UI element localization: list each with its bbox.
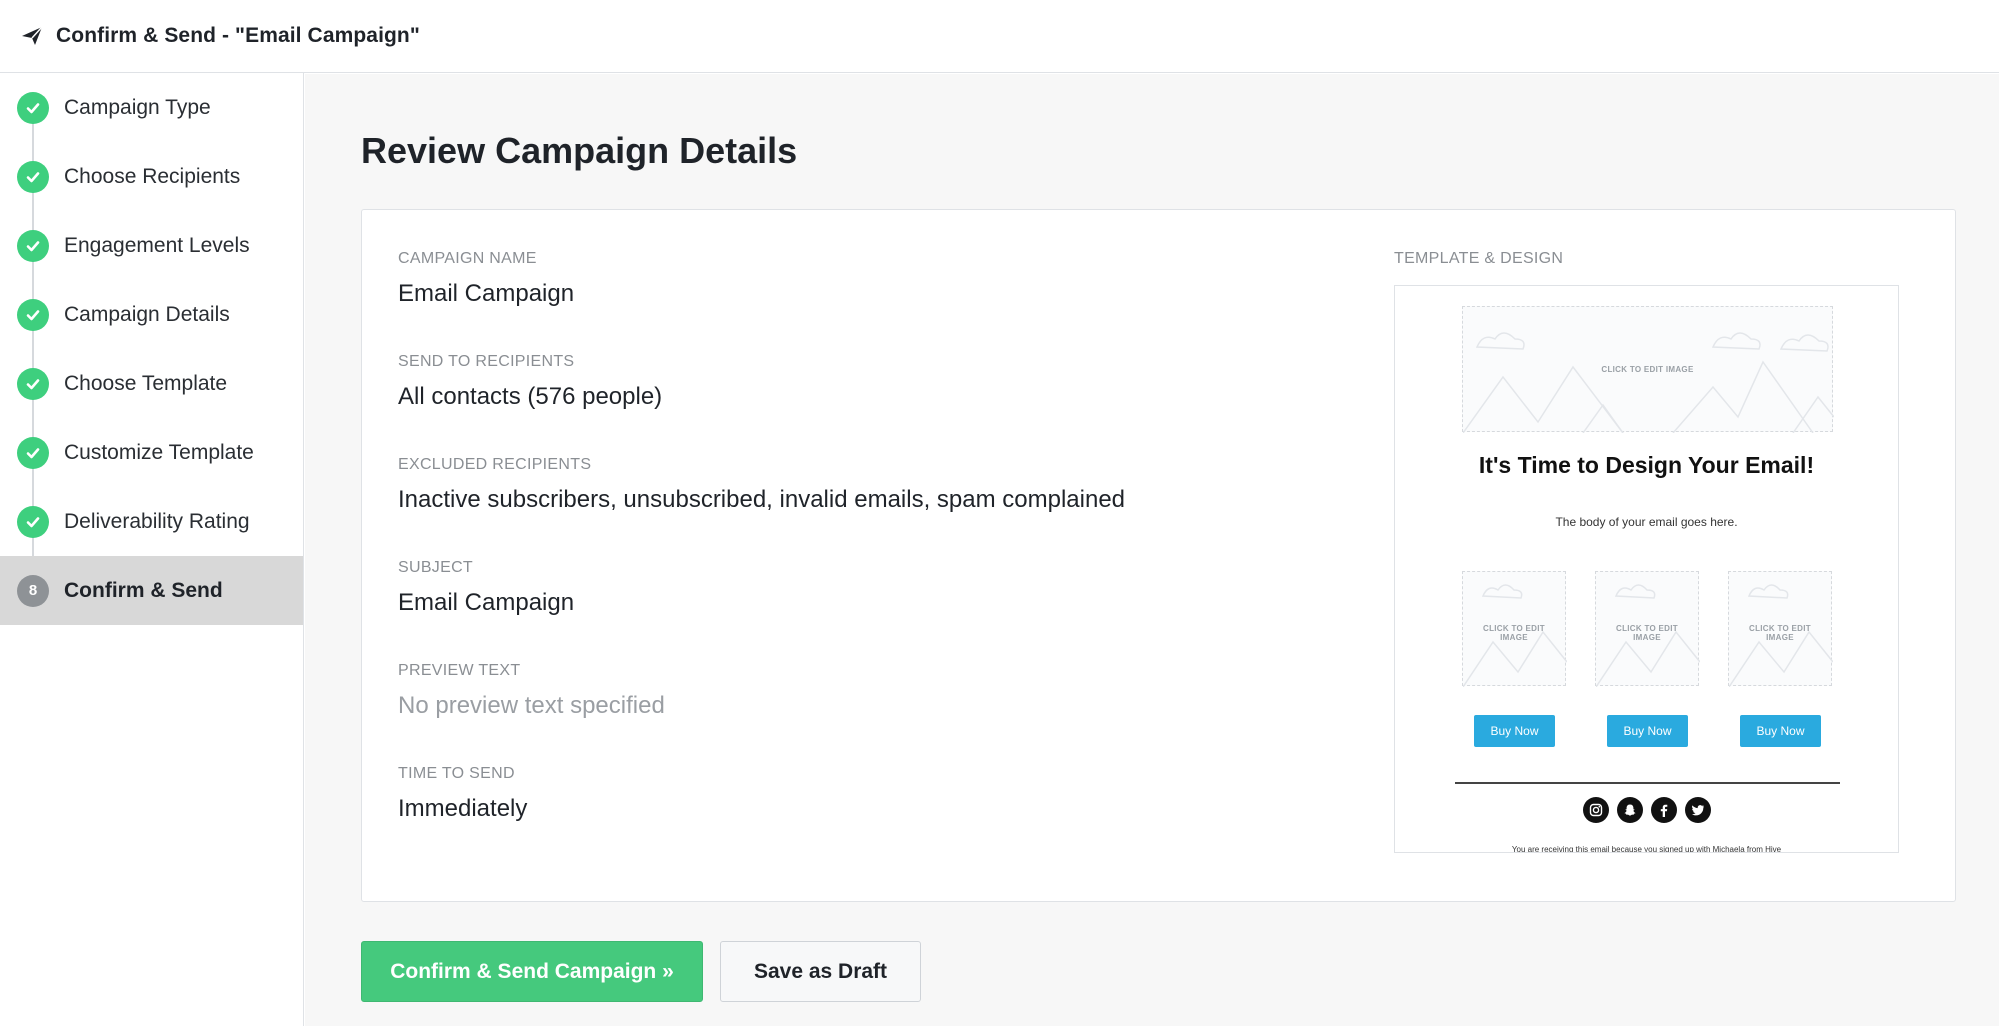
field-campaign-name: CAMPAIGN NAME Email Campaign xyxy=(398,250,1125,353)
check-icon xyxy=(17,505,49,538)
field-label: PREVIEW TEXT xyxy=(398,662,521,679)
hero-image-text: CLICK TO EDIT IMAGE xyxy=(1601,365,1694,374)
product-image-placeholder: CLICK TO EDIT IMAGE xyxy=(1462,571,1567,687)
step-label: Confirm & Send xyxy=(64,578,223,602)
instagram-icon[interactable] xyxy=(1582,797,1609,823)
field-value: Email Campaign xyxy=(398,280,575,307)
top-bar: Confirm & Send - "Email Campaign" xyxy=(0,0,1999,73)
campaign-details: CAMPAIGN NAME Email Campaign SEND TO REC… xyxy=(398,250,1125,868)
step-choose-recipients[interactable]: Choose Recipients xyxy=(0,142,303,211)
step-deliverability-rating[interactable]: Deliverability Rating xyxy=(0,487,303,556)
window-title: Confirm & Send - "Email Campaign" xyxy=(56,24,420,47)
check-icon xyxy=(17,91,49,124)
review-card: CAMPAIGN NAME Email Campaign SEND TO REC… xyxy=(361,209,1956,902)
step-label: Customize Template xyxy=(64,440,254,464)
field-time-to-send: TIME TO SEND Immediately xyxy=(398,765,1125,868)
step-list: Campaign Type Choose Recipients Engageme… xyxy=(0,73,303,625)
step-customize-template[interactable]: Customize Template xyxy=(0,418,303,487)
check-icon xyxy=(17,436,49,469)
page-title: Review Campaign Details xyxy=(361,130,798,171)
template-design-label: TEMPLATE & DESIGN xyxy=(1394,250,1564,267)
step-label: Deliverability Rating xyxy=(64,509,250,533)
main-content: Review Campaign Details CAMPAIGN NAME Em… xyxy=(305,74,1999,1026)
email-footer-note: You are receiving this email because you… xyxy=(1511,845,1782,853)
check-icon xyxy=(17,367,49,400)
check-icon xyxy=(17,160,49,193)
twitter-icon[interactable] xyxy=(1684,797,1711,823)
step-label: Choose Template xyxy=(64,371,228,395)
field-value: Immediately xyxy=(398,795,528,822)
paper-plane-icon xyxy=(20,23,46,49)
field-excluded-recipients: EXCLUDED RECIPIENTS Inactive subscribers… xyxy=(398,456,1125,559)
check-icon xyxy=(17,229,49,262)
field-preview-text: PREVIEW TEXT No preview text specified xyxy=(398,662,1125,765)
buy-now-button[interactable]: Buy Now xyxy=(1607,715,1688,747)
buy-now-button[interactable]: Buy Now xyxy=(1740,715,1821,747)
field-value: No preview text specified xyxy=(398,692,665,719)
step-label: Choose Recipients xyxy=(64,164,241,188)
field-value: Email Campaign xyxy=(398,589,575,616)
step-label: Campaign Type xyxy=(64,95,211,119)
field-label: EXCLUDED RECIPIENTS xyxy=(398,456,592,473)
check-icon xyxy=(17,298,49,331)
step-engagement-levels[interactable]: Engagement Levels xyxy=(0,211,303,280)
product-image-text: CLICK TO EDIT IMAGE xyxy=(1616,624,1678,642)
hero-image-placeholder: CLICK TO EDIT IMAGE xyxy=(1462,306,1834,433)
field-label: TIME TO SEND xyxy=(398,765,515,782)
template-preview[interactable]: CLICK TO EDIT IMAGE It's Time to Design … xyxy=(1394,285,1899,853)
buy-now-button[interactable]: Buy Now xyxy=(1474,715,1555,747)
step-label: Campaign Details xyxy=(64,302,230,326)
product-image-text: CLICK TO EDIT IMAGE xyxy=(1749,624,1811,642)
field-label: CAMPAIGN NAME xyxy=(398,250,537,267)
step-campaign-type[interactable]: Campaign Type xyxy=(0,73,303,142)
step-campaign-details[interactable]: Campaign Details xyxy=(0,280,303,349)
social-icons xyxy=(1395,797,1898,823)
product-image-placeholder: CLICK TO EDIT IMAGE xyxy=(1595,571,1700,687)
email-heading: It's Time to Design Your Email! xyxy=(1478,452,1815,478)
field-subject: SUBJECT Email Campaign xyxy=(398,559,1125,662)
step-confirm-send[interactable]: 8 Confirm & Send xyxy=(0,556,303,625)
confirm-send-campaign-button[interactable]: Confirm & Send Campaign » xyxy=(361,941,703,1002)
email-body: The body of your email goes here. xyxy=(1555,515,1738,529)
step-label: Engagement Levels xyxy=(64,233,250,257)
steps-sidebar: Campaign Type Choose Recipients Engageme… xyxy=(0,73,304,1026)
field-value: Inactive subscribers, unsubscribed, inva… xyxy=(398,486,1126,513)
snapchat-icon[interactable] xyxy=(1616,797,1643,823)
field-label: SEND TO RECIPIENTS xyxy=(398,353,575,370)
save-as-draft-button[interactable]: Save as Draft xyxy=(720,941,921,1002)
step-number-badge: 8 xyxy=(17,574,49,607)
product-image-text: CLICK TO EDIT IMAGE xyxy=(1483,624,1545,642)
facebook-icon[interactable] xyxy=(1650,797,1677,823)
step-choose-template[interactable]: Choose Template xyxy=(0,349,303,418)
product-image-placeholder: CLICK TO EDIT IMAGE xyxy=(1728,571,1833,687)
field-send-to-recipients: SEND TO RECIPIENTS All contacts (576 peo… xyxy=(398,353,1125,456)
field-value: All contacts (576 people) xyxy=(398,383,663,410)
field-label: SUBJECT xyxy=(398,559,473,576)
divider xyxy=(1455,782,1840,784)
